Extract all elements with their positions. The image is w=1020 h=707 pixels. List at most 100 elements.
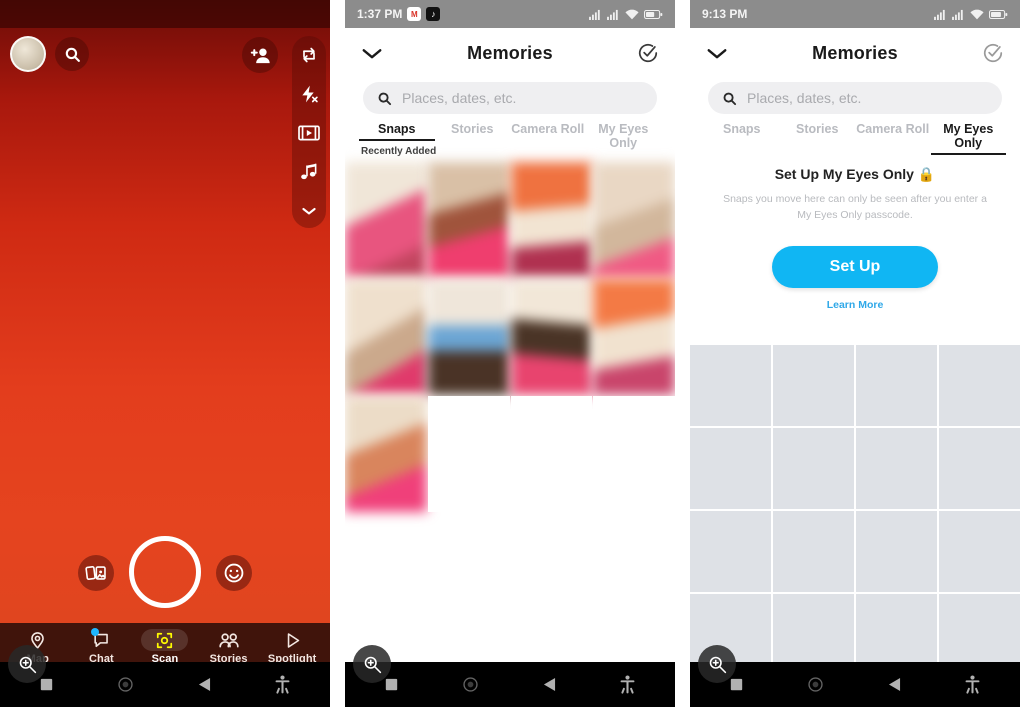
sounds-button[interactable] [296,159,322,185]
tab-my-eyes-only[interactable]: My Eyes Only [930,122,1006,155]
placeholder-cell [690,428,771,509]
spotlight-play-icon [283,629,302,651]
status-bar-right [589,9,663,20]
placeholder-cell [939,511,1020,592]
memories-tabs-3: Snaps Stories Camera Roll My Eyes Only [690,122,1020,155]
meo-title: Set Up My Eyes Only 🔒 [714,166,996,183]
thumbnail[interactable] [510,162,593,278]
memories-header-2: Memories [345,28,675,78]
tab-stories[interactable]: Stories [780,122,856,139]
circle-check-icon[interactable] [637,42,659,64]
wifi-icon [625,9,639,20]
signal-icon [589,9,602,20]
thumbnail-empty [510,396,593,512]
add-friend-button[interactable] [242,37,278,73]
home-circle-icon[interactable] [117,676,134,693]
back-triangle-icon[interactable] [198,677,211,692]
recents-square-icon[interactable] [40,678,53,691]
circle-check-icon[interactable] [982,42,1004,64]
memories-screen-meo: 9:13 PM Memories Places, dates, etc. Sna… [690,0,1020,707]
thumbnail[interactable] [510,279,593,395]
magnifier-plus-icon [362,654,383,675]
accessibility-icon[interactable] [965,675,980,694]
home-circle-icon[interactable] [807,676,824,693]
placeholder-cell [773,345,854,426]
panel-memories-my-eyes-only: 9:13 PM Memories Places, dates, etc. Sna… [690,0,1020,707]
nav-item-chat[interactable]: Chat [71,628,131,665]
memories-screen-snaps: 1:37 PM M ♪ Memories Places, dates, etc.… [345,0,675,707]
shutter-button[interactable] [129,536,201,608]
magnifier-plus-icon [17,654,38,675]
search-placeholder: Places, dates, etc. [747,90,862,106]
learn-more-link[interactable]: Learn More [714,299,996,311]
my-eyes-only-setup-block: Set Up My Eyes Only 🔒 Snaps you move her… [690,166,1020,311]
search-input[interactable]: Places, dates, etc. [708,82,1002,114]
camera-viewfinder[interactable]: Map Chat [0,0,330,707]
thumbnail[interactable] [593,279,675,395]
nav-item-scan[interactable]: Scan [135,629,195,665]
back-chevron-down-button[interactable] [706,47,728,60]
zoom-fab-button[interactable] [8,645,46,683]
camera-top-bar [0,36,330,76]
signal-icon [607,9,620,20]
gmail-icon: M [407,7,422,21]
thumbnail[interactable] [593,162,675,278]
memories-photo-grid [345,162,675,662]
section-label-recently-added: Recently Added [361,146,437,157]
zoom-fab-button[interactable] [353,645,391,683]
placeholder-cell [690,511,771,592]
battery-icon [989,9,1008,20]
accessibility-icon[interactable] [620,675,635,694]
memories-button[interactable] [78,555,114,591]
tab-snaps[interactable]: Snaps [704,122,780,139]
thumbnail[interactable] [345,162,427,278]
status-bar-2: 1:37 PM M ♪ [345,0,675,28]
thumbnail[interactable] [345,279,427,395]
set-up-button[interactable]: Set Up [772,245,938,288]
back-chevron-down-button[interactable] [361,47,383,60]
more-tools-button[interactable] [296,198,322,224]
status-bar-left: 1:37 PM M ♪ [357,7,441,21]
chat-bubble-icon [90,628,111,651]
search-button[interactable] [55,37,89,71]
tab-camera-roll[interactable]: Camera Roll [510,122,586,139]
nav-item-spotlight[interactable]: Spotlight [262,629,322,665]
home-circle-icon[interactable] [462,676,479,693]
thumbnail[interactable] [345,396,427,512]
search-input[interactable]: Places, dates, etc. [363,82,657,114]
status-bar-right [934,9,1008,20]
recents-square-icon[interactable] [385,678,398,691]
back-triangle-icon[interactable] [888,677,901,692]
flash-off-icon [299,84,319,104]
tab-stories[interactable]: Stories [435,122,511,139]
lens-button[interactable] [216,555,252,591]
back-triangle-icon[interactable] [543,677,556,692]
capture-controls [0,536,330,622]
thumbnail[interactable] [427,162,510,278]
recents-square-icon[interactable] [730,678,743,691]
status-time: 9:13 PM [702,7,748,21]
multi-snap-button[interactable] [296,120,322,146]
flash-toggle-button[interactable] [296,81,322,107]
thumbnail[interactable] [427,279,510,395]
android-nav-bar-1 [0,662,330,707]
nav-item-stories[interactable]: Stories [199,629,259,665]
camera-tool-rail [292,36,326,228]
chat-unread-badge [90,628,99,636]
timeline-video-icon [298,124,320,142]
tab-snaps[interactable]: Snaps [359,122,435,141]
tab-camera-roll[interactable]: Camera Roll [855,122,931,139]
scan-icon [141,629,189,651]
tiktok-icon: ♪ [426,7,441,21]
meo-description: Snaps you move here can only be seen aft… [723,193,987,221]
lens-smiley-icon [223,562,245,584]
tab-my-eyes-only[interactable]: My Eyes Only [586,122,662,153]
wifi-icon [970,9,984,20]
memories-header-3: Memories [690,28,1020,78]
signal-icon [934,9,947,20]
avatar[interactable] [10,36,46,72]
accessibility-icon[interactable] [275,675,290,694]
camera-flip-icon [299,45,319,65]
camera-flip-button[interactable] [296,42,322,68]
zoom-fab-button[interactable] [698,645,736,683]
